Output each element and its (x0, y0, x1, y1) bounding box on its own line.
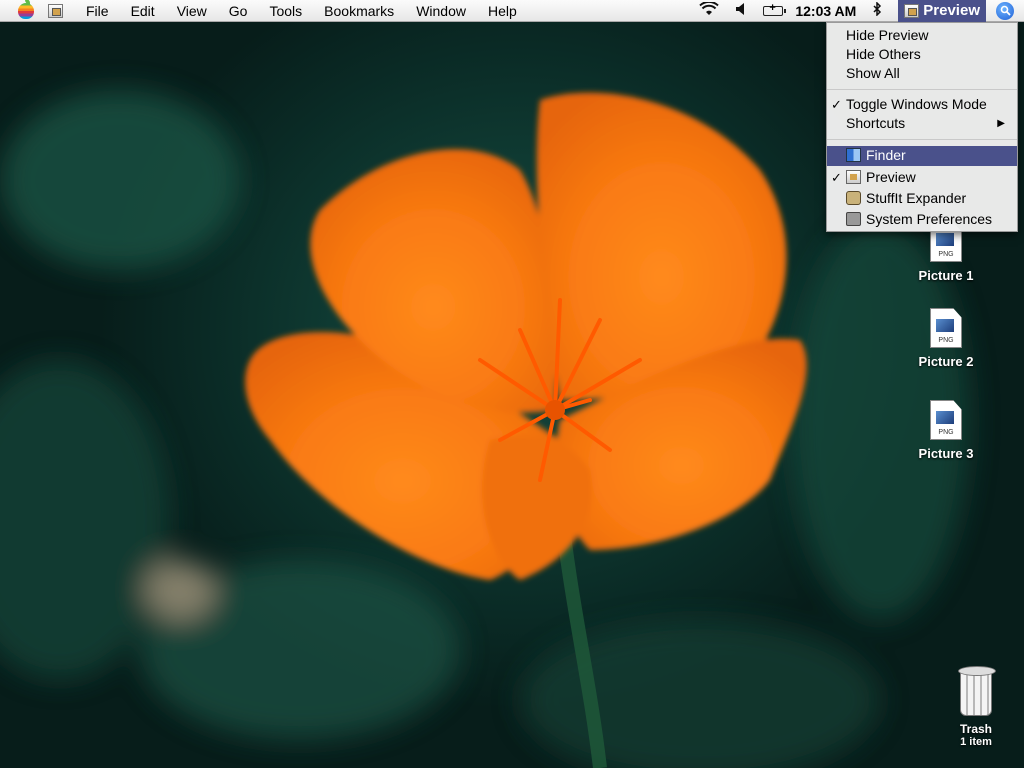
desktop-icon-picture-2[interactable]: PNG Picture 2 (906, 308, 986, 369)
trash[interactable]: Trash 1 item (946, 666, 1006, 748)
menu-bar: File Edit View Go Tools Bookmarks Window… (0, 0, 1024, 22)
volume-icon[interactable] (727, 2, 755, 19)
active-app-menu[interactable]: Preview (898, 0, 986, 22)
menu-clock[interactable]: 12:03 AM (791, 3, 864, 19)
menu-go[interactable]: Go (218, 0, 259, 22)
menu-separator (827, 89, 1017, 90)
preview-app-icon[interactable] (48, 3, 63, 18)
menu-item-finder[interactable]: Finder (827, 146, 1017, 166)
menu-file[interactable]: File (75, 0, 120, 22)
menu-item-preview[interactable]: ✓ Preview (827, 167, 1017, 188)
trash-icon (956, 666, 996, 718)
trash-item-count: 1 item (960, 736, 992, 748)
menu-item-label: Preview (866, 169, 916, 185)
menu-tools[interactable]: Tools (258, 0, 313, 22)
system-preferences-icon (846, 212, 861, 226)
menu-item-label: StuffIt Expander (866, 190, 967, 206)
app-switcher-menu: Hide Preview Hide Others Show All ✓ Togg… (826, 22, 1018, 232)
menu-separator (827, 139, 1017, 140)
spotlight-icon[interactable] (996, 1, 1014, 20)
desktop-icon-picture-3[interactable]: PNG Picture 3 (906, 400, 986, 461)
menu-edit[interactable]: Edit (120, 0, 166, 22)
menu-item-label: Finder (866, 147, 906, 163)
png-file-icon: PNG (930, 400, 962, 440)
menu-view[interactable]: View (166, 0, 218, 22)
desktop-icon-label: Picture 1 (918, 268, 974, 283)
menu-item-stuffit-expander[interactable]: StuffIt Expander (827, 188, 1017, 209)
finder-icon (846, 148, 861, 162)
desktop-icon-label: Picture 2 (918, 354, 974, 369)
battery-icon[interactable] (763, 2, 787, 16)
preview-app-icon (904, 3, 920, 18)
checkmark-icon: ✓ (831, 97, 842, 112)
stuffit-icon (846, 191, 861, 205)
menu-item-shortcuts[interactable]: Shortcuts ▶ (827, 114, 1017, 133)
menu-item-label: System Preferences (866, 211, 993, 227)
menu-item-system-preferences[interactable]: System Preferences (827, 209, 1017, 230)
png-file-icon: PNG (930, 308, 962, 348)
trash-label: Trash (959, 722, 992, 736)
desktop-icon-label: Picture 3 (918, 446, 974, 461)
wifi-icon[interactable] (691, 0, 727, 19)
checkmark-icon: ✓ (831, 170, 842, 185)
preview-icon (846, 170, 861, 184)
bluetooth-icon[interactable] (864, 1, 890, 19)
menu-bookmarks[interactable]: Bookmarks (313, 0, 405, 22)
menu-item-show-all[interactable]: Show All (827, 64, 1017, 83)
menu-extras: 12:03 AM Preview (691, 0, 1024, 22)
menu-item-hide-preview[interactable]: Hide Preview (827, 26, 1017, 45)
active-app-name: Preview (923, 2, 980, 19)
menu-item-hide-others[interactable]: Hide Others (827, 45, 1017, 64)
menu-help[interactable]: Help (477, 0, 528, 22)
menu-item-label: Toggle Windows Mode (846, 96, 987, 112)
apple-logo-icon[interactable] (18, 0, 34, 19)
menu-item-toggle-windows-mode[interactable]: ✓ Toggle Windows Mode (827, 95, 1017, 114)
submenu-arrow-icon: ▶ (997, 118, 1005, 129)
menu-item-label: Shortcuts (846, 115, 906, 131)
menu-window[interactable]: Window (405, 0, 477, 22)
